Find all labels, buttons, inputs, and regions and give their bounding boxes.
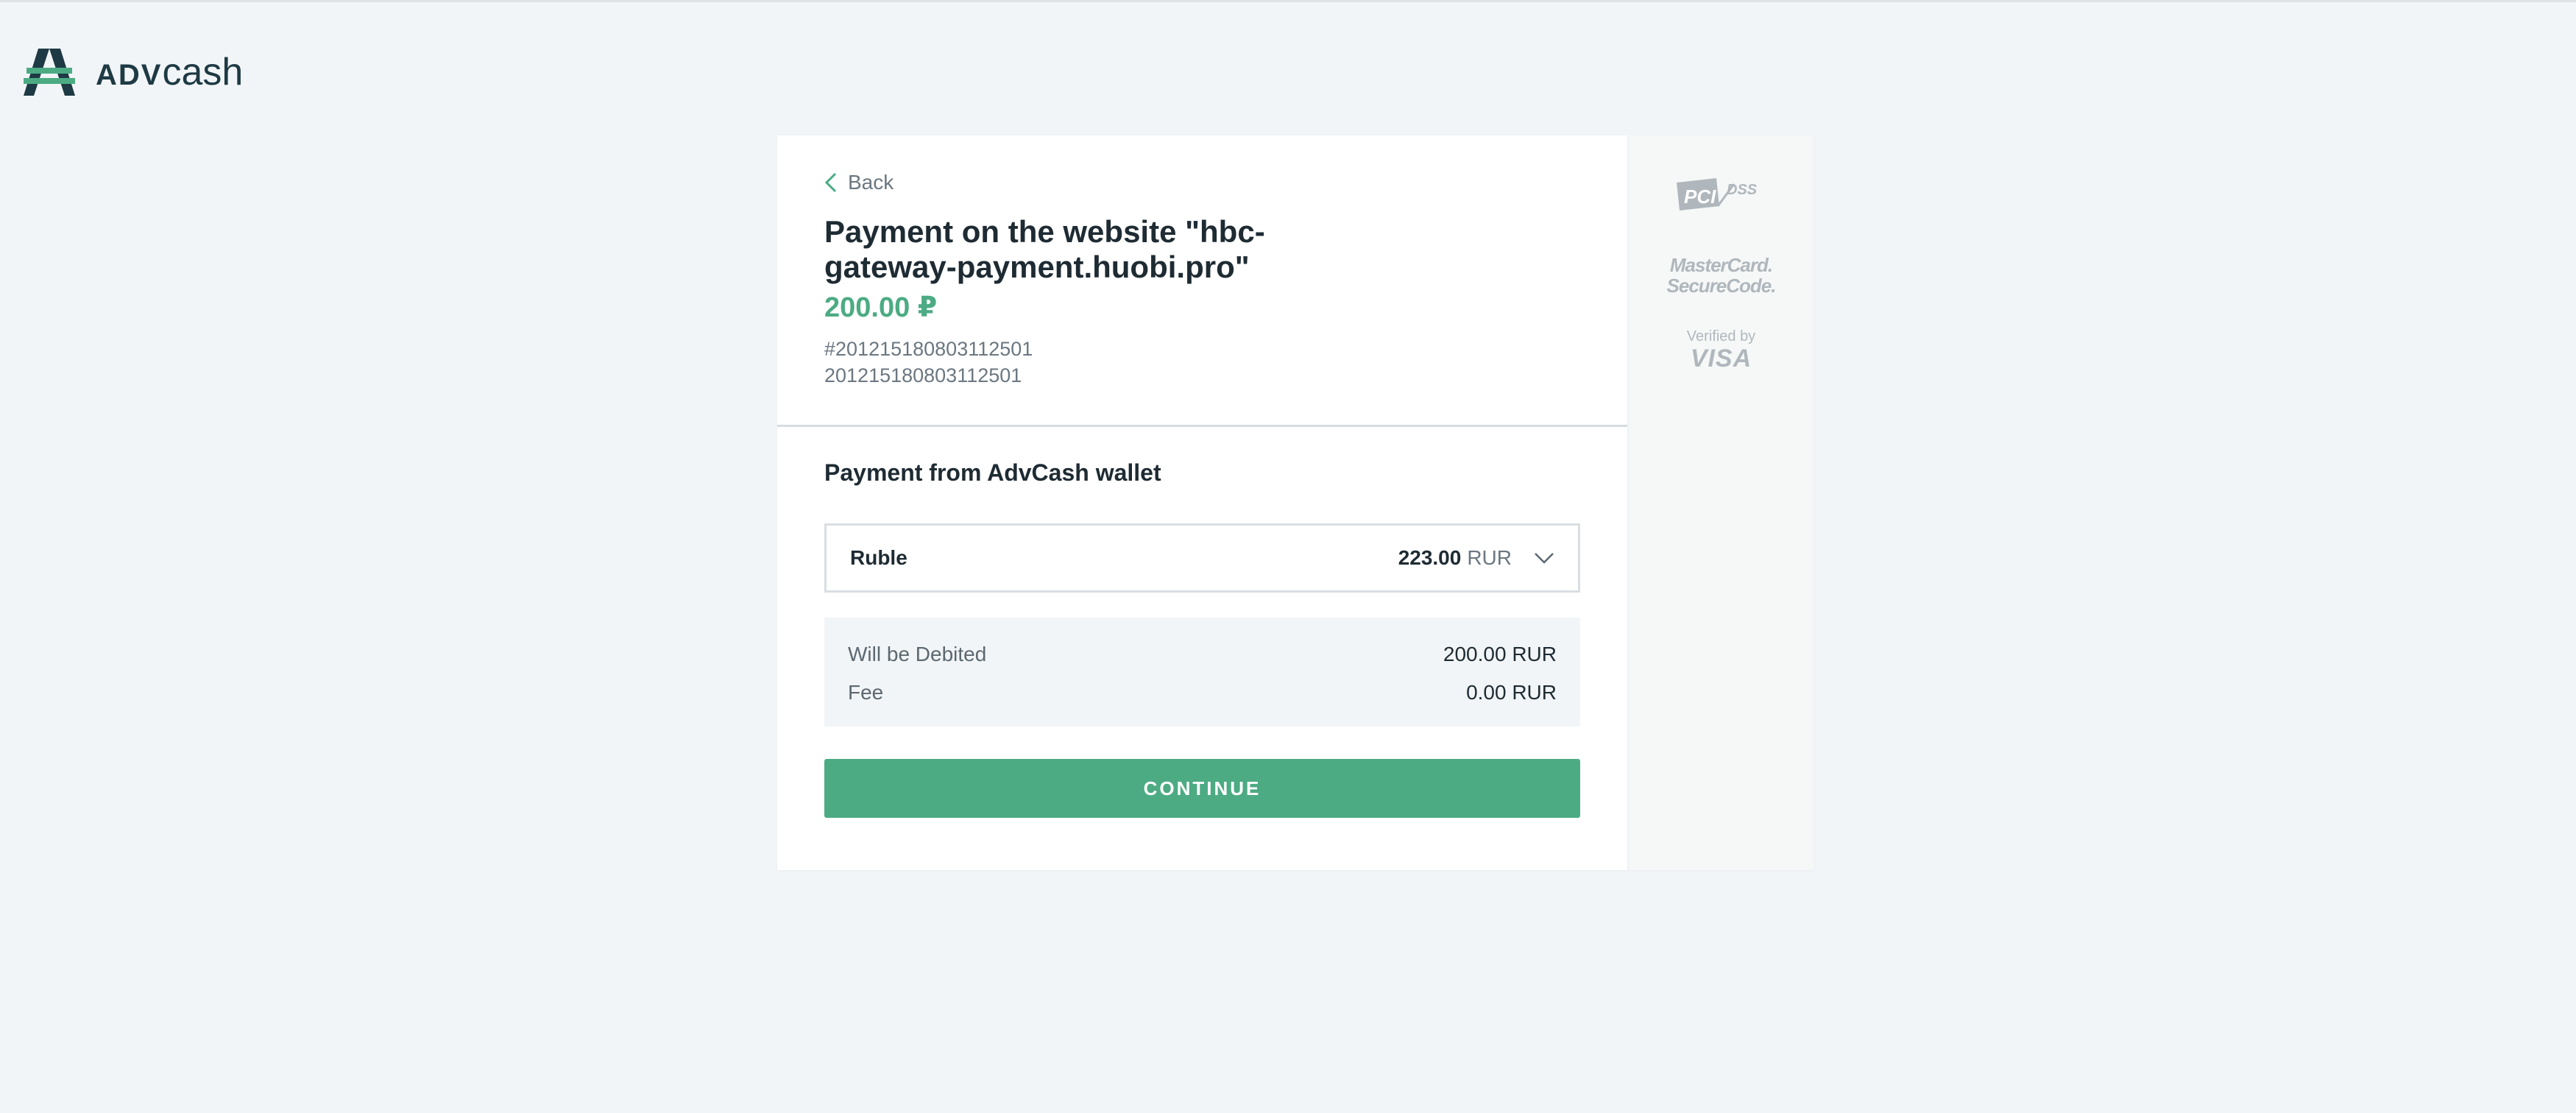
logo-cash-text: cash [162, 51, 244, 93]
wallet-name: Ruble [850, 546, 907, 569]
order-description: 201215180803112501 [824, 364, 1022, 386]
mastercard-line2: SecureCode. [1666, 275, 1777, 297]
pci-dss-icon: PCI DSS [1676, 178, 1758, 211]
payment-summary: Will be Debited 200.00 RUR Fee 0.00 RUR [824, 618, 1580, 727]
verified-by-visa-badge: Verified by VISA [1687, 328, 1755, 372]
visa-line1: Verified by [1686, 328, 1756, 344]
payment-amount: 200.00 ₽ [824, 292, 938, 323]
pci-dss-text: DSS [1727, 182, 1758, 198]
visa-line2: VISA [1690, 344, 1752, 372]
fee-row: Fee 0.00 RUR [848, 674, 1557, 712]
chevron-down-icon [1535, 553, 1554, 564]
mastercard-securecode-badge: MasterCard. SecureCode. [1666, 254, 1777, 297]
wallet-currency: RUR [1467, 546, 1512, 569]
debited-value: 200.00 RUR [1443, 643, 1557, 665]
logo-adv-text: ADV [96, 59, 163, 91]
wallet-balance: 223.00 [1398, 546, 1462, 569]
payment-title: Payment on the website "hbc-gateway-paym… [824, 214, 1265, 284]
fee-label: Fee [848, 681, 884, 704]
payment-card: Back Payment on the website "hbc-gateway… [777, 135, 1814, 870]
top-border [0, 0, 2576, 2]
order-id: #201215180803112501 [824, 338, 1033, 360]
logo-wordmark: ADV cash [96, 50, 243, 94]
advcash-logo[interactable]: ADV cash [24, 47, 243, 97]
back-link[interactable]: Back [824, 171, 894, 194]
continue-button[interactable]: CONTINUE [824, 759, 1580, 818]
pci-text: PCI [1684, 186, 1716, 208]
advcash-logo-icon [24, 49, 75, 96]
debited-label: Will be Debited [848, 643, 987, 665]
mastercard-line1: MasterCard. [1669, 254, 1773, 276]
payment-body: Payment from AdvCash wallet Ruble 223.00… [777, 427, 1627, 818]
security-badges: PCI DSS MasterCard. SecureCode. Verified… [1627, 135, 1814, 870]
payment-header: Back Payment on the website "hbc-gateway… [777, 135, 1627, 427]
wallet-section-title: Payment from AdvCash wallet [824, 459, 1161, 486]
back-label: Back [848, 171, 894, 194]
payment-main: Back Payment on the website "hbc-gateway… [777, 135, 1627, 870]
fee-value: 0.00 RUR [1466, 681, 1557, 704]
wallet-select[interactable]: Ruble 223.00 RUR [824, 523, 1580, 593]
debited-row: Will be Debited 200.00 RUR [848, 635, 1557, 674]
pci-dss-badge: PCI DSS [1674, 177, 1769, 215]
chevron-left-icon [824, 172, 837, 193]
